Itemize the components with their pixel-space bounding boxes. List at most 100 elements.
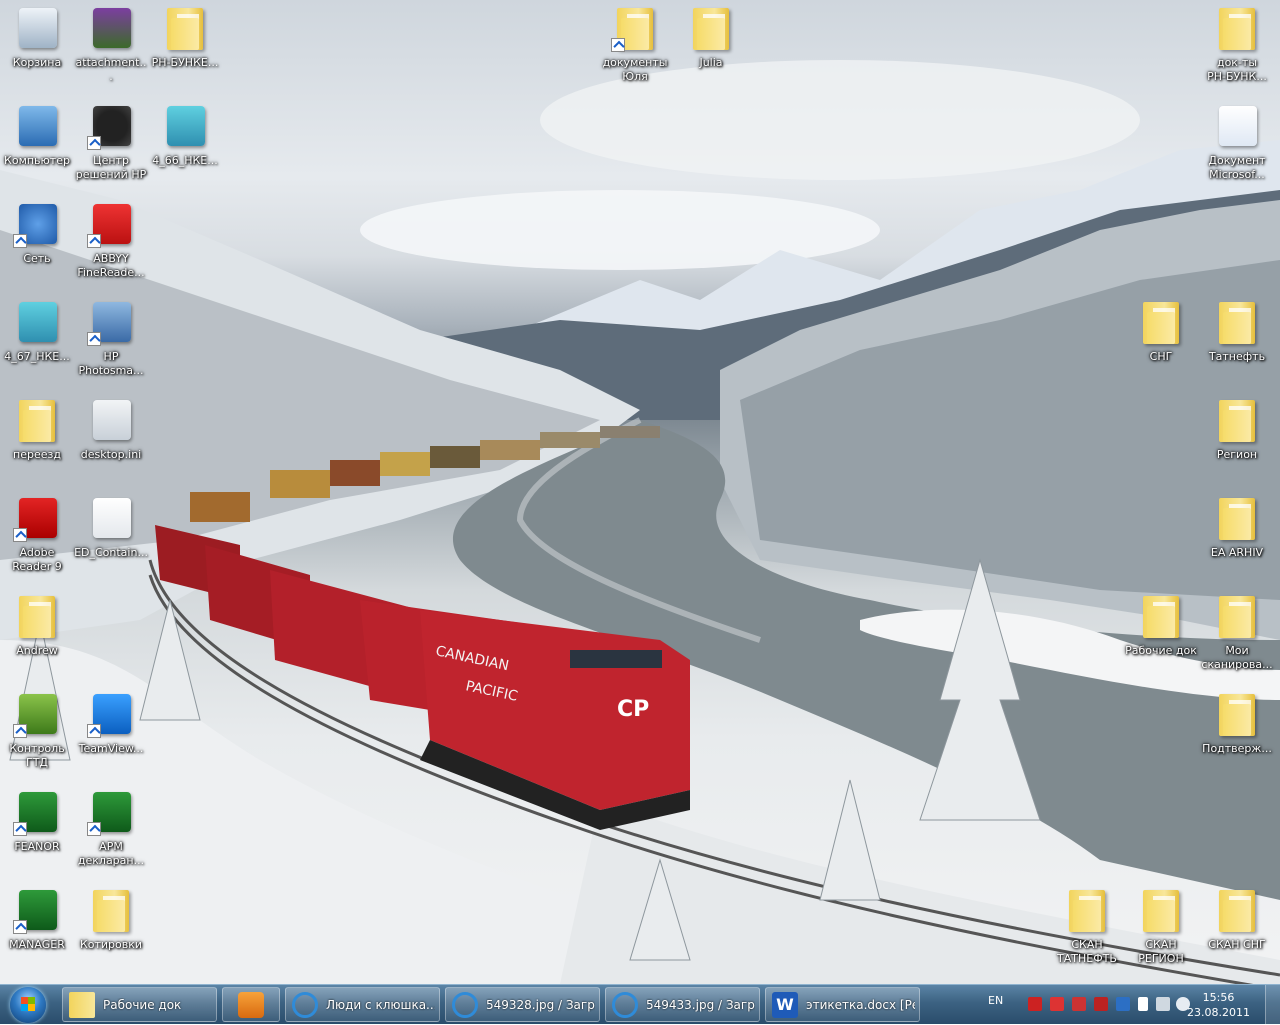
desktop-icon[interactable]: Котировки — [74, 886, 148, 952]
taskbar-button-word-etiketka[interactable]: W этикетка.docx [Ре... — [765, 987, 920, 1022]
taskbar: Рабочие док Люди с клюшка... 549328.jpg … — [0, 984, 1280, 1025]
taskbar-button-label: Рабочие док — [103, 998, 182, 1012]
desktop-icon[interactable]: EA ARHIV — [1200, 494, 1274, 560]
folder-icon — [1213, 592, 1261, 640]
desktop-icon[interactable]: Andrew — [0, 592, 74, 658]
system-tray: EN 15:56 23.08.2011 — [950, 985, 1280, 1025]
desktop-icon-label: MANAGER — [9, 938, 65, 951]
taskbar-button-ie-549433[interactable]: 549433.jpg / Загр... — [605, 987, 760, 1022]
desktop-icon-label: Andrew — [16, 644, 58, 657]
antivirus-tray-icon[interactable] — [1072, 997, 1086, 1011]
show-desktop-button[interactable] — [1265, 985, 1280, 1025]
taskbar-button-ie-549328[interactable]: 549328.jpg / Загр... — [445, 987, 600, 1022]
language-indicator[interactable]: EN — [988, 994, 1003, 1007]
folder-shape — [1143, 302, 1179, 344]
shortcut-arrow-icon — [87, 822, 101, 836]
desktop-icon-label: attachment... — [75, 56, 147, 83]
desktop-icon[interactable]: Регион — [1200, 396, 1274, 462]
start-button[interactable] — [4, 987, 54, 1023]
desktop-icon[interactable]: Центр решений HP — [74, 102, 148, 182]
teamviewer-icon — [87, 690, 135, 738]
adobe-reader-icon — [13, 494, 61, 542]
desktop-icon-label: документы Юля — [602, 56, 668, 83]
desktop-icon-label: СНГ — [1149, 350, 1173, 363]
network-device-tray-icon[interactable] — [1116, 997, 1130, 1011]
folder-icon — [1063, 886, 1111, 934]
feanor-app-icon — [13, 788, 61, 836]
recycle-bin-icon — [13, 4, 61, 52]
tool-tray-icon[interactable] — [1094, 997, 1108, 1011]
desktop-icon[interactable]: СНГ — [1124, 298, 1198, 364]
folder-shape — [1219, 498, 1255, 540]
taskbar-button-media-player[interactable] — [222, 987, 280, 1022]
folder-icon — [161, 4, 209, 52]
pdf-tool-tray-icon[interactable] — [1028, 997, 1042, 1011]
folder-icon — [69, 992, 95, 1018]
network-icon — [13, 200, 61, 248]
taskbar-button-label: Люди с клюшка... — [326, 998, 435, 1012]
taskbar-button-working-docs[interactable]: Рабочие док — [62, 987, 217, 1022]
abbyy-tray-icon[interactable] — [1050, 997, 1064, 1011]
settings-file-icon — [87, 396, 135, 444]
taskbar-button-ie-people[interactable]: Люди с клюшка... — [285, 987, 440, 1022]
folder-icon — [1213, 4, 1261, 52]
folder-icon — [1213, 494, 1261, 542]
desktop-icon[interactable]: переезд — [0, 396, 74, 462]
desktop-icon[interactable]: Компьютер — [0, 102, 74, 168]
desktop-icon[interactable]: Контроль ГТД — [0, 690, 74, 770]
desktop-icon[interactable]: ABBYY FineReade... — [74, 200, 148, 280]
desktop-icon[interactable]: Рабочие док — [1124, 592, 1198, 658]
desktop-icon[interactable]: desktop.ini — [74, 396, 148, 462]
desktop-icon[interactable]: СКАН СНГ — [1200, 886, 1274, 952]
desktop-icon[interactable]: ED_Contain... — [74, 494, 148, 560]
desktop-icon-label: Документ Microsof... — [1208, 154, 1266, 181]
desktop-icon[interactable]: FEANOR — [0, 788, 74, 854]
svg-text:CP: CP — [617, 697, 649, 722]
folder-shape — [1219, 890, 1255, 932]
desktop-icon[interactable]: СКАН ТАТНЕФТЬ — [1050, 886, 1124, 966]
hp-photosmart-icon — [87, 298, 135, 346]
desktop-icon-label: 4_67_НКЕ... — [4, 350, 70, 363]
desktop-icon-label: Подтверж... — [1202, 742, 1272, 755]
hp-solution-center-icon — [87, 102, 135, 150]
network-tray-icon[interactable] — [1156, 997, 1170, 1011]
desktop-icon[interactable]: документы Юля — [598, 4, 672, 84]
desktop-icon[interactable]: attachment... — [74, 4, 148, 84]
folder-icon — [1213, 886, 1261, 934]
desktop-icon[interactable]: MANAGER — [0, 886, 74, 952]
folder-shape — [19, 400, 55, 442]
icon-shape — [93, 8, 131, 48]
desktop-icon[interactable]: 4_67_НКЕ... — [0, 298, 74, 364]
clock[interactable]: 15:56 23.08.2011 — [1187, 990, 1250, 1020]
desktop-icon[interactable]: Подтверж... — [1200, 690, 1274, 756]
action-center-flag-icon[interactable] — [1138, 997, 1148, 1011]
desktop-icon[interactable]: HP Photosma... — [74, 298, 148, 378]
desktop-icon[interactable]: Документ Microsof... — [1200, 102, 1274, 182]
folder-shape — [1219, 302, 1255, 344]
internet-explorer-icon — [452, 992, 478, 1018]
desktop-icon-label: СКАН ТАТНЕФТЬ — [1057, 938, 1117, 965]
desktop-icon[interactable]: Adobe Reader 9 — [0, 494, 74, 574]
desktop-icon-label: ED_Contain... — [74, 546, 148, 559]
shortcut-arrow-icon — [13, 528, 27, 542]
desktop-icon[interactable]: СКАН РЕГИОН — [1124, 886, 1198, 966]
xml-file-icon — [87, 494, 135, 542]
desktop-icon[interactable]: 4_66_НКЕ... — [148, 102, 222, 168]
desktop-icon[interactable]: Сеть — [0, 200, 74, 266]
icon-shape — [19, 8, 57, 48]
desktop-icon[interactable]: Мои сканирова... — [1200, 592, 1274, 672]
desktop-icon[interactable]: TeamView... — [74, 690, 148, 756]
computer-icon — [13, 102, 61, 150]
desktop-icon[interactable]: Julia — [674, 4, 748, 70]
desktop-icon[interactable]: РН-БУНКЕ... — [148, 4, 222, 70]
taskbar-button-label: 549328.jpg / Загр... — [486, 998, 595, 1012]
folder-shape — [1143, 596, 1179, 638]
desktop-icon-label: 4_66_НКЕ... — [152, 154, 218, 167]
desktop-icon[interactable]: АРМ декларан... — [74, 788, 148, 868]
desktop-icon[interactable]: Корзина — [0, 4, 74, 70]
desktop-icon-label: Татнефть — [1208, 350, 1266, 363]
desktop-icon[interactable]: док-ты РН-БУНК... — [1200, 4, 1274, 84]
desktop-icon[interactable]: Татнефть — [1200, 298, 1274, 364]
desktop-icon-label: Корзина — [12, 56, 62, 69]
icon-shape — [19, 302, 57, 342]
